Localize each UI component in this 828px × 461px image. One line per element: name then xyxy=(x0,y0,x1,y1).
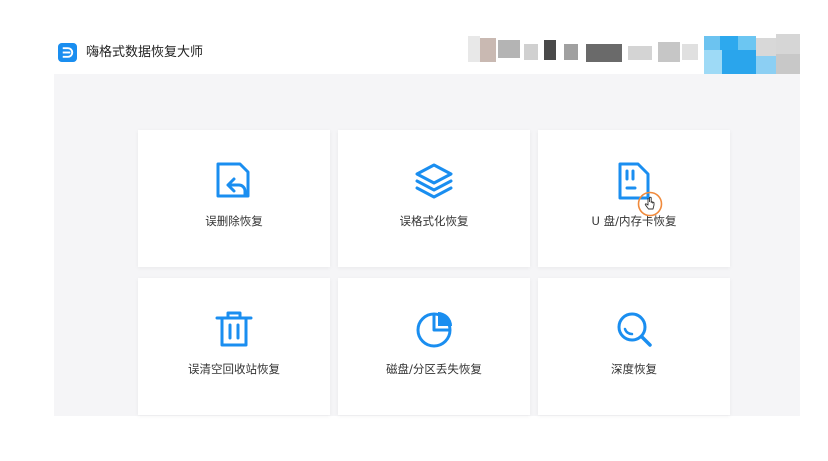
card-label: 误清空回收站恢复 xyxy=(188,362,280,376)
title-bar: 嗨格式数据恢复大师 xyxy=(54,30,800,74)
card-deep-recovery[interactable]: 深度恢复 xyxy=(538,278,730,415)
card-deleted-recovery[interactable]: 误删除恢复 xyxy=(138,130,330,267)
card-partition-recovery[interactable]: 磁盘/分区丢失恢复 xyxy=(338,278,530,415)
blurred-window-controls xyxy=(468,30,800,74)
app-logo-icon xyxy=(58,43,77,62)
pie-chart-icon xyxy=(416,312,452,348)
card-label: 磁盘/分区丢失恢复 xyxy=(386,362,482,376)
magnifier-icon xyxy=(617,312,652,347)
app-window: 嗨格式数据恢复大师 误删除恢复 误格式化恢复 U 盘/内存卡恢复 误清空回收站恢… xyxy=(54,30,800,416)
hand-cursor-icon xyxy=(637,191,663,217)
card-label: U 盘/内存卡恢复 xyxy=(591,214,677,228)
card-recycle-bin-recovery[interactable]: 误清空回收站恢复 xyxy=(138,278,330,415)
deleted-file-restore-icon xyxy=(216,162,250,198)
layers-icon xyxy=(415,163,453,199)
card-label: 深度恢复 xyxy=(611,362,657,376)
card-label: 误删除恢复 xyxy=(205,214,263,228)
card-format-recovery[interactable]: 误格式化恢复 xyxy=(338,130,530,267)
trash-icon xyxy=(215,311,253,347)
app-title: 嗨格式数据恢复大师 xyxy=(86,45,204,60)
card-label: 误格式化恢复 xyxy=(399,214,469,228)
card-usb-sd-recovery[interactable]: U 盘/内存卡恢复 xyxy=(538,130,730,267)
